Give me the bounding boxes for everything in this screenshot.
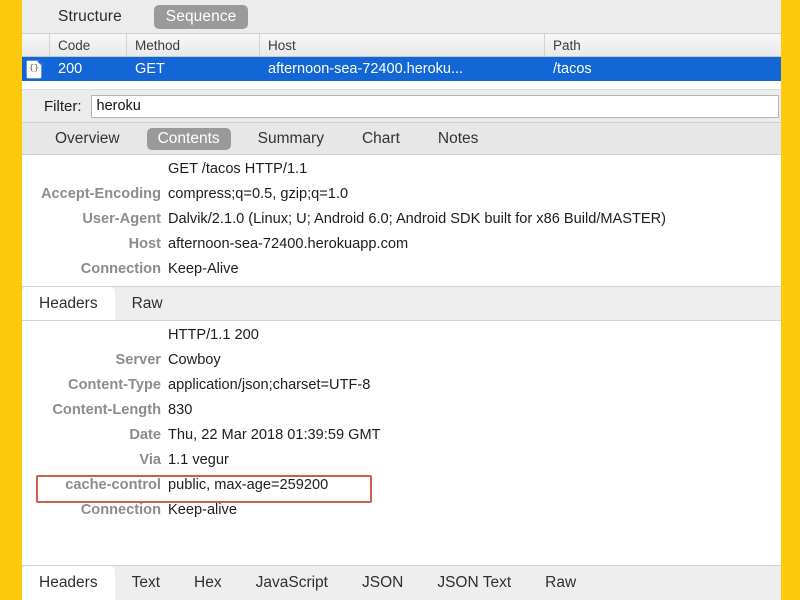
request-header-key: Connection (80, 261, 161, 277)
response-header-row: Connection Keep-alive (22, 502, 781, 527)
search-input[interactable] (90, 94, 779, 118)
response-subtab-raw[interactable]: Raw (528, 566, 593, 600)
response-header-row: Content-Type application/json;charset=UT… (22, 377, 781, 402)
request-header-key: User-Agent (82, 211, 161, 227)
response-header-value: application/json;charset=UTF-8 (168, 377, 371, 393)
column-header-code[interactable]: Code (50, 33, 127, 57)
response-header-row: Via 1.1 vegur (22, 452, 781, 477)
response-subtab-json[interactable]: JSON (345, 566, 420, 600)
response-header-row: HTTP/1.1 200 (22, 327, 781, 352)
response-header-row: Server Cowboy (22, 352, 781, 377)
response-header-row-cache-control: cache-control public, max-age=259200 (22, 475, 781, 503)
response-header-key: Via (139, 452, 161, 468)
response-header-value: Cowboy (168, 352, 221, 368)
yellow-frame: Structure Sequence Code Method Host Path… (0, 0, 800, 600)
row-icon-cell: {} (22, 57, 50, 81)
column-header-method[interactable]: Method (127, 33, 260, 57)
tab-overview[interactable]: Overview (44, 128, 131, 150)
request-header-value: afternoon-sea-72400.herokuapp.com (168, 236, 409, 252)
request-header-value: compress;q=0.5, gzip;q=1.0 (168, 186, 349, 202)
table-header-row: Code Method Host Path (22, 33, 781, 57)
response-header-key: Content-Length (52, 402, 161, 418)
tab-contents[interactable]: Contents (146, 127, 231, 150)
request-header-row: Accept-Encoding compress;q=0.5, gzip;q=1… (22, 186, 781, 211)
response-header-value: public, max-age=259200 (168, 477, 329, 493)
request-subtab-raw[interactable]: Raw (115, 287, 180, 320)
request-header-value: GET /tacos HTTP/1.1 (168, 161, 308, 177)
tab-summary[interactable]: Summary (247, 128, 335, 150)
view-mode-toolbar: Structure Sequence (22, 0, 781, 34)
table-empty-space (22, 81, 781, 90)
response-subtab-bar: Headers Text Hex JavaScript JSON JSON Te… (22, 565, 781, 600)
response-subtab-json-text[interactable]: JSON Text (420, 566, 528, 600)
filter-bar: Filter: (22, 90, 781, 123)
column-header-path[interactable]: Path (545, 34, 781, 57)
view-mode-structure[interactable]: Structure (46, 5, 134, 29)
column-header-icon[interactable] (22, 33, 50, 57)
response-header-row: Date Thu, 22 Mar 2018 01:39:59 GMT (22, 427, 781, 452)
detail-tab-bar: Overview Contents Summary Chart Notes (22, 123, 781, 155)
request-header-row: User-Agent Dalvik/2.1.0 (Linux; U; Andro… (22, 211, 781, 236)
tab-notes[interactable]: Notes (427, 128, 490, 150)
response-headers-pane: HTTP/1.1 200 Server Cowboy Content-Type … (22, 321, 781, 527)
response-header-key: Connection (80, 502, 161, 518)
filter-label: Filter: (44, 97, 82, 115)
request-subtab-bar: Headers Raw (22, 286, 781, 321)
tab-chart[interactable]: Chart (351, 128, 411, 150)
row-path: /tacos (553, 61, 592, 77)
request-headers-pane: GET /tacos HTTP/1.1 Accept-Encoding comp… (22, 155, 781, 286)
response-header-value: 830 (168, 402, 193, 418)
row-method: GET (135, 61, 165, 77)
response-header-value: HTTP/1.1 200 (168, 327, 259, 343)
json-file-icon: {} (27, 60, 41, 78)
charles-proxy-window: Structure Sequence Code Method Host Path… (22, 0, 781, 600)
row-host: afternoon-sea-72400.heroku... (268, 61, 464, 77)
request-header-key: Accept-Encoding (41, 186, 161, 202)
row-code: 200 (58, 61, 83, 77)
response-subtab-hex[interactable]: Hex (177, 566, 239, 600)
response-subtab-headers[interactable]: Headers (22, 566, 115, 600)
response-body-empty-area (22, 527, 781, 565)
response-header-key: Date (129, 427, 161, 443)
request-header-value: Dalvik/2.1.0 (Linux; U; Android 6.0; And… (168, 211, 667, 227)
response-header-key: cache-control (65, 477, 161, 493)
view-mode-sequence[interactable]: Sequence (153, 4, 249, 29)
column-header-host[interactable]: Host (260, 33, 545, 57)
response-subtab-javascript[interactable]: JavaScript (239, 566, 345, 600)
request-header-row: GET /tacos HTTP/1.1 (22, 161, 781, 186)
response-subtab-text[interactable]: Text (115, 566, 177, 600)
request-header-row: Connection Keep-Alive (22, 261, 781, 286)
response-header-value: Keep-alive (168, 502, 237, 518)
request-header-row: Host afternoon-sea-72400.herokuapp.com (22, 236, 781, 261)
response-header-key: Content-Type (68, 377, 161, 393)
request-header-key: Host (128, 236, 161, 252)
response-header-key: Server (115, 352, 161, 368)
table-row[interactable]: {} 200 GET afternoon-sea-72400.heroku...… (22, 57, 781, 81)
request-list-table: Code Method Host Path {} 200 GET afterno… (22, 33, 781, 90)
response-header-row: Content-Length 830 (22, 402, 781, 427)
request-subtab-headers[interactable]: Headers (22, 287, 115, 320)
response-header-value: 1.1 vegur (168, 452, 229, 468)
request-header-value: Keep-Alive (168, 261, 239, 277)
response-header-value: Thu, 22 Mar 2018 01:39:59 GMT (168, 427, 381, 443)
